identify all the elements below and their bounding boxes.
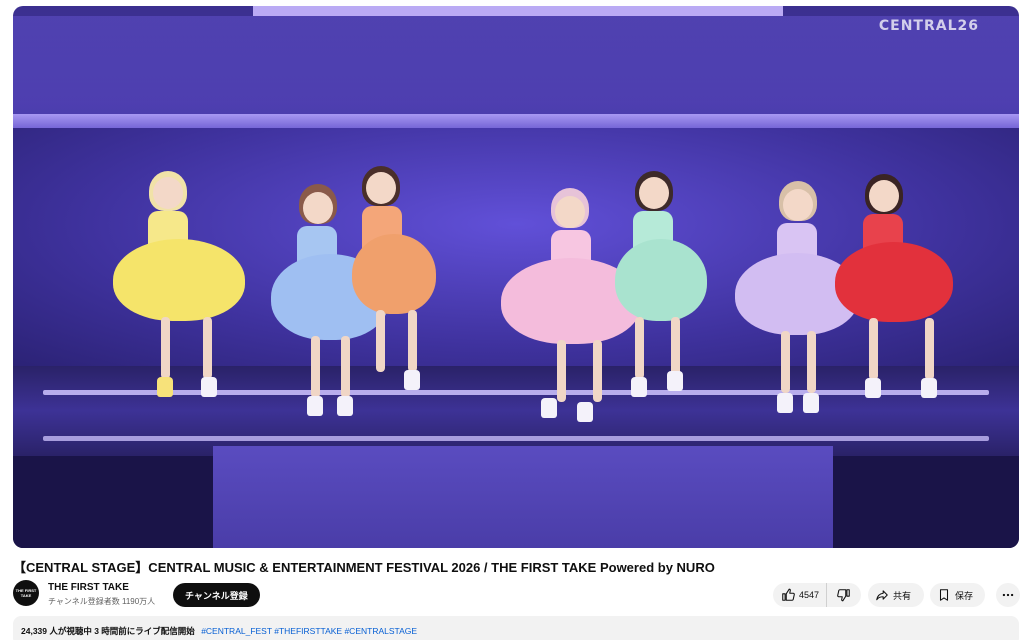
bookmark-icon <box>939 589 949 601</box>
stage-light-edge <box>43 436 989 441</box>
avatar-logo-text: THE FIRST TAKE <box>15 588 37 598</box>
stage-floor <box>13 456 213 548</box>
channel-name[interactable]: THE FIRST TAKE <box>48 582 129 593</box>
like-button[interactable]: 4547 <box>773 583 827 607</box>
more-actions-button[interactable] <box>996 583 1020 607</box>
hashtag-links[interactable]: #CENTRAL_FEST #THEFIRSTTAKE #CENTRALSTAG… <box>201 626 417 636</box>
view-info: 24,339 人が視聴中 3 時間前にライブ配信開始 <box>21 626 195 636</box>
led-wall <box>13 16 1019 116</box>
stage-watermark: CENTRAL26 <box>878 18 979 34</box>
like-count: 4547 <box>799 590 820 600</box>
more-icon <box>1002 593 1014 597</box>
subscriber-count: チャンネル登録者数 1190万人 <box>48 597 156 606</box>
stage-light-strip <box>253 6 783 16</box>
like-dislike-group: 4547 <box>773 583 861 607</box>
save-label: 保存 <box>955 590 974 601</box>
stage-floor <box>833 456 1019 548</box>
subscribe-button[interactable]: チャンネル登録 <box>173 583 260 607</box>
video-title: 【CENTRAL STAGE】CENTRAL MUSIC & ENTERTAIN… <box>13 560 715 575</box>
stage-rail <box>13 114 1019 128</box>
video-player[interactable]: CENTRAL26 <box>13 6 1019 548</box>
share-button[interactable]: 共有 <box>868 583 924 607</box>
share-label: 共有 <box>893 590 912 601</box>
description-box[interactable]: 24,339 人が視聴中 3 時間前にライブ配信開始 #CENTRAL_FEST… <box>13 616 1019 640</box>
stage-runway <box>213 446 833 548</box>
share-icon <box>876 590 888 601</box>
thumbs-down-icon <box>837 589 850 602</box>
channel-avatar[interactable]: THE FIRST TAKE <box>13 580 39 606</box>
dislike-button[interactable] <box>827 583 861 607</box>
stage-light-edge <box>43 390 989 395</box>
thumbs-up-icon <box>782 588 795 601</box>
save-button[interactable]: 保存 <box>930 583 985 607</box>
